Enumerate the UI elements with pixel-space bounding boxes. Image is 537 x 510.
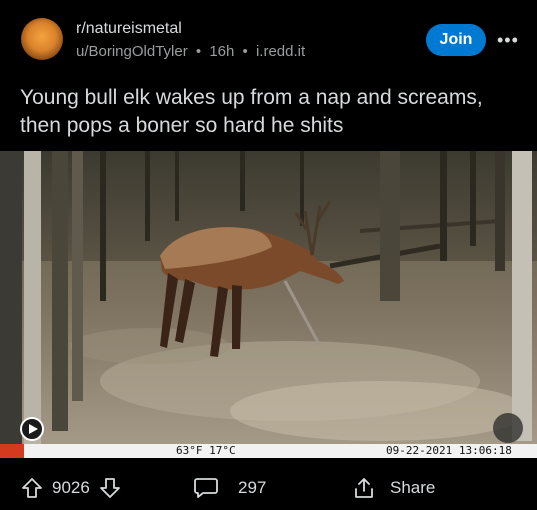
camera-brand-logo bbox=[0, 444, 24, 458]
video-indicator-icon[interactable] bbox=[20, 417, 44, 441]
post-time: 16h bbox=[209, 43, 235, 60]
subreddit-avatar[interactable] bbox=[21, 18, 63, 60]
trail-camera-image bbox=[0, 151, 537, 457]
share-label: Share bbox=[390, 478, 436, 497]
author-link[interactable]: u/BoringOldTyler bbox=[76, 43, 188, 60]
comment-count: 297 bbox=[238, 478, 267, 497]
trail-camera-info-strip: 63°F 17°C 09-22-2021 13:06:18 bbox=[0, 444, 537, 458]
post-meta: u/BoringOldTyler • 16h • i.redd.it bbox=[76, 43, 309, 60]
post-header: r/natureismetal u/BoringOldTyler • 16h •… bbox=[0, 0, 537, 82]
post-domain[interactable]: i.redd.it bbox=[256, 43, 305, 60]
more-options-icon[interactable]: ••• bbox=[497, 30, 519, 51]
comment-bubble-icon bbox=[194, 478, 218, 498]
share-button[interactable]: Share bbox=[352, 476, 435, 500]
vote-score: 9026 bbox=[52, 478, 90, 497]
subreddit-name[interactable]: r/natureismetal bbox=[76, 20, 182, 38]
camera-temperature: 63°F 17°C bbox=[176, 444, 236, 457]
post-media[interactable] bbox=[0, 151, 537, 457]
meta-separator: • bbox=[195, 43, 202, 60]
share-icon bbox=[355, 478, 373, 498]
downvote-arrow-icon[interactable] bbox=[98, 476, 122, 500]
meta-separator: • bbox=[242, 43, 248, 60]
join-button[interactable]: Join bbox=[426, 24, 486, 56]
vote-group: 9026 bbox=[20, 476, 122, 500]
comments-button[interactable]: 297 bbox=[193, 476, 266, 500]
upvote-arrow-icon[interactable] bbox=[20, 476, 44, 500]
post-title[interactable]: Young bull elk wakes up from a nap and s… bbox=[20, 84, 525, 140]
post-actions-bar: 9026 297 Share bbox=[0, 460, 537, 510]
mute-toggle-icon[interactable] bbox=[493, 413, 523, 443]
camera-datetime: 09-22-2021 13:06:18 bbox=[386, 444, 512, 457]
